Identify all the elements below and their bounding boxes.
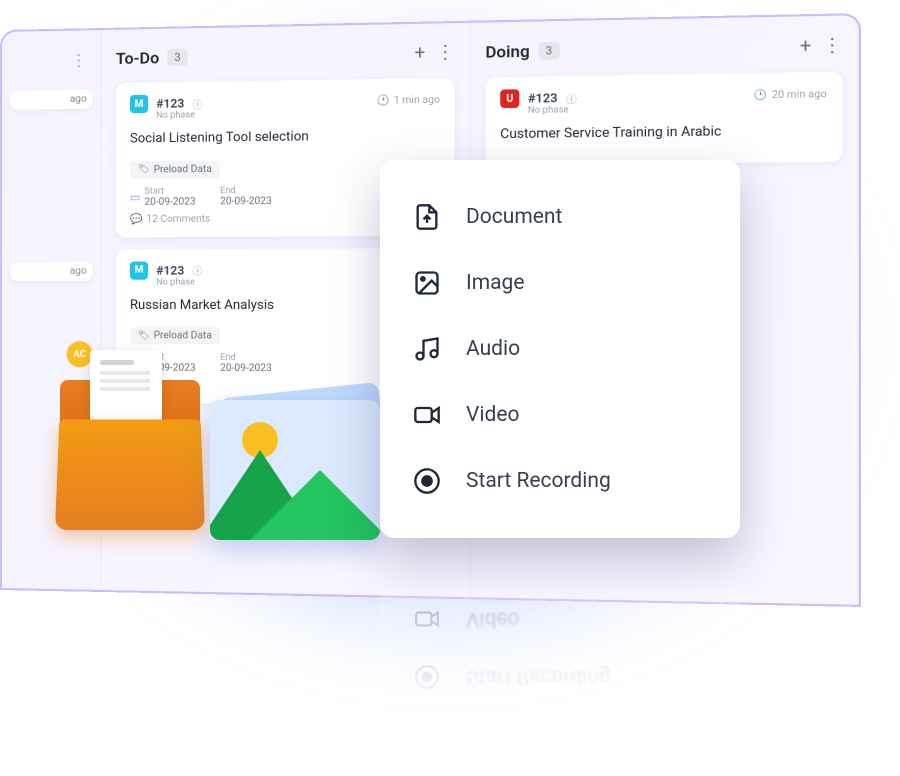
column-count-badge: 3: [538, 42, 560, 60]
date-start-label: Start: [144, 186, 195, 197]
clock-icon: 🕐: [377, 95, 390, 106]
menu-item-audio[interactable]: Audio: [408, 316, 712, 382]
card-type-badge: U: [500, 89, 519, 108]
partial-time-badge: ago: [10, 262, 93, 281]
date-end-value: 20-09-2023: [220, 363, 272, 374]
record-icon: [412, 466, 442, 496]
card-timestamp: 🕐 1 min ago: [377, 94, 440, 106]
menu-label: Document: [466, 205, 562, 229]
menu-label: Video: [466, 403, 519, 427]
video-icon: [412, 400, 442, 430]
menu-item-image[interactable]: Image: [408, 250, 712, 316]
menu-item-start-recording[interactable]: Start Recording: [408, 448, 712, 514]
comment-icon: 💬: [130, 214, 143, 225]
card-title: Customer Service Training in Arabic: [500, 123, 826, 143]
menu-item-video[interactable]: Video: [408, 382, 712, 448]
add-card-button[interactable]: +: [800, 35, 811, 57]
column-menu-icon[interactable]: ⋮: [436, 42, 455, 64]
add-card-button[interactable]: +: [415, 42, 426, 64]
audio-icon: [412, 334, 442, 364]
column-count-badge: 3: [167, 49, 187, 67]
folder-illustration: [60, 380, 200, 530]
clock-icon: 🕐: [754, 89, 768, 101]
card-id: #123: [156, 96, 184, 111]
attachment-menu: Document Image Audio Video Start Recordi…: [380, 160, 740, 538]
column-menu-icon[interactable]: ⋮: [10, 50, 93, 71]
card-tag[interactable]: Preload Data: [130, 327, 220, 344]
photo-illustration: [210, 400, 390, 550]
partial-time-badge: ago: [10, 90, 93, 110]
menu-item-document[interactable]: Document: [408, 184, 712, 250]
avatar[interactable]: AC: [67, 341, 93, 367]
image-icon: [412, 268, 442, 298]
column-title: To-Do: [116, 48, 159, 68]
card-id: #123: [528, 91, 558, 106]
menu-reflection: Start Recording Video: [380, 590, 740, 722]
document-upload-icon: [412, 202, 442, 232]
info-icon[interactable]: ⓘ: [566, 90, 577, 106]
info-icon[interactable]: ⓘ: [192, 95, 202, 110]
card-timestamp: 🕐 20 min ago: [754, 88, 827, 101]
info-icon[interactable]: ⓘ: [192, 262, 202, 277]
card-title: Social Listening Tool selection: [130, 128, 440, 147]
date-end-label: End: [220, 353, 272, 363]
column-menu-icon[interactable]: ⋮: [822, 35, 842, 58]
calendar-icon: ▭: [130, 190, 141, 203]
menu-label: Start Recording: [466, 469, 611, 493]
menu-label: Audio: [466, 337, 520, 361]
card-type-badge: M: [130, 261, 148, 279]
date-end-value: 20-09-2023: [220, 195, 272, 207]
card-id: #123: [156, 263, 184, 277]
kanban-card[interactable]: U #123 ⓘ 🕐 20 min ago No phase Customer …: [485, 72, 842, 166]
column-title: Doing: [485, 41, 529, 61]
date-start-value: 20-09-2023: [144, 196, 195, 208]
card-type-badge: M: [130, 95, 148, 113]
date-end-label: End: [220, 185, 272, 196]
menu-label: Image: [466, 271, 524, 295]
card-tag[interactable]: Preload Data: [130, 160, 220, 178]
